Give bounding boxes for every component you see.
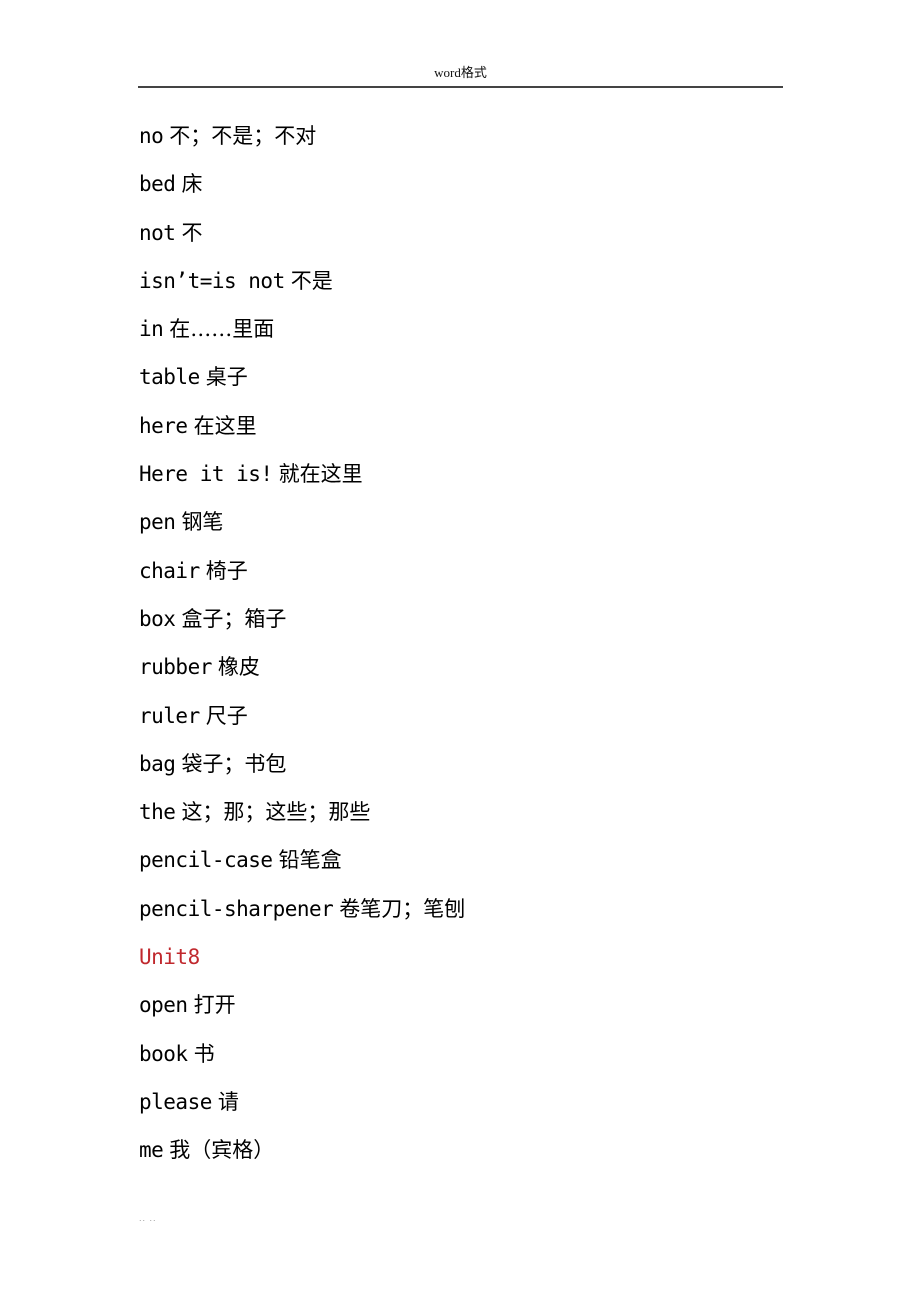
chinese-meaning: 卷笔刀；笔刨: [339, 896, 466, 921]
vocab-entry: rubber 橡皮: [139, 645, 465, 693]
chinese-meaning: 尺子: [205, 703, 248, 728]
chinese-meaning: 不；不是；不对: [169, 124, 317, 148]
vocab-entry: here 在这里: [139, 404, 465, 452]
page-footer: .. ..: [139, 1213, 157, 1223]
vocab-entry: ruler 尺子: [139, 694, 465, 742]
english-word: not: [139, 220, 176, 245]
chinese-meaning: 请: [217, 1089, 239, 1114]
chinese-meaning: 我（宾格）: [169, 1138, 275, 1163]
chinese-meaning: 袋子；书包: [181, 751, 287, 776]
vocab-entry: me 我（宾格）: [139, 1128, 465, 1176]
vocab-entry: chair 椅子: [139, 549, 465, 597]
vocab-entry: in 在……里面: [139, 307, 465, 355]
chinese-meaning: 打开: [193, 993, 236, 1018]
vocabulary-list: no 不；不是；不对 bed 床 not 不 isn’t=is not 不是 in 在………: [139, 114, 465, 1177]
english-word: isn’t=is not: [139, 268, 285, 293]
chinese-meaning: 在……里面: [169, 317, 275, 342]
chinese-meaning: 在这里: [193, 413, 257, 438]
vocab-entry: isn’t=is not 不是: [139, 259, 465, 307]
english-word: box: [139, 606, 176, 631]
vocab-entry: the 这；那；这些；那些: [139, 790, 465, 838]
english-word: table: [139, 365, 200, 390]
vocab-entry: bag 袋子；书包: [139, 742, 465, 790]
chinese-meaning: 这；那；这些；那些: [181, 800, 371, 825]
english-word: in: [139, 317, 164, 342]
vocab-entry: pencil-case 铅笔盒: [139, 838, 465, 886]
chinese-meaning: 床: [181, 172, 203, 197]
vocab-entry: book 书: [139, 1032, 465, 1080]
english-word: pencil-case: [139, 848, 273, 873]
vocab-entry: pen 钢笔: [139, 500, 465, 548]
header-title: word格式: [434, 65, 487, 80]
english-word: book: [139, 1041, 188, 1066]
english-word: chair: [139, 558, 200, 583]
chinese-meaning: 桌子: [205, 365, 248, 390]
english-word: pencil-sharpener: [139, 896, 334, 921]
english-word: please: [139, 1089, 212, 1114]
vocab-entry: pencil-sharpener 卷笔刀；笔刨: [139, 887, 465, 935]
vocab-entry: not 不: [139, 211, 465, 259]
chinese-meaning: 钢笔: [181, 510, 224, 535]
english-word: me: [139, 1138, 164, 1163]
unit-heading: Unit8: [139, 935, 465, 983]
english-word: here: [139, 413, 188, 438]
english-word: the: [139, 800, 176, 825]
vocab-entry: open 打开: [139, 983, 465, 1031]
chinese-meaning: 不: [181, 220, 203, 245]
page-header: word格式: [138, 62, 783, 88]
chinese-meaning: 就在这里: [278, 462, 363, 487]
english-word: rubber: [139, 655, 212, 680]
chinese-meaning: 不是: [290, 268, 333, 293]
english-word: no: [139, 124, 164, 148]
chinese-meaning: 橡皮: [217, 655, 260, 680]
vocab-entry: no 不；不是；不对: [139, 114, 465, 162]
english-word: bag: [139, 751, 176, 776]
vocab-entry: table 桌子: [139, 355, 465, 403]
chinese-meaning: 书: [193, 1041, 215, 1066]
english-word: bed: [139, 172, 176, 197]
chinese-meaning: 铅笔盒: [278, 848, 342, 873]
vocab-entry: box 盒子；箱子: [139, 597, 465, 645]
unit-heading-label: Unit8: [139, 945, 200, 970]
english-word: ruler: [139, 703, 200, 728]
chinese-meaning: 椅子: [205, 558, 248, 583]
english-word: open: [139, 993, 188, 1018]
vocab-entry: bed 床: [139, 162, 465, 210]
english-word: Here it is!: [139, 462, 273, 487]
english-word: pen: [139, 510, 176, 535]
chinese-meaning: 盒子；箱子: [181, 606, 287, 631]
vocab-entry: Here it is! 就在这里: [139, 452, 465, 500]
vocab-entry: please 请: [139, 1080, 465, 1128]
